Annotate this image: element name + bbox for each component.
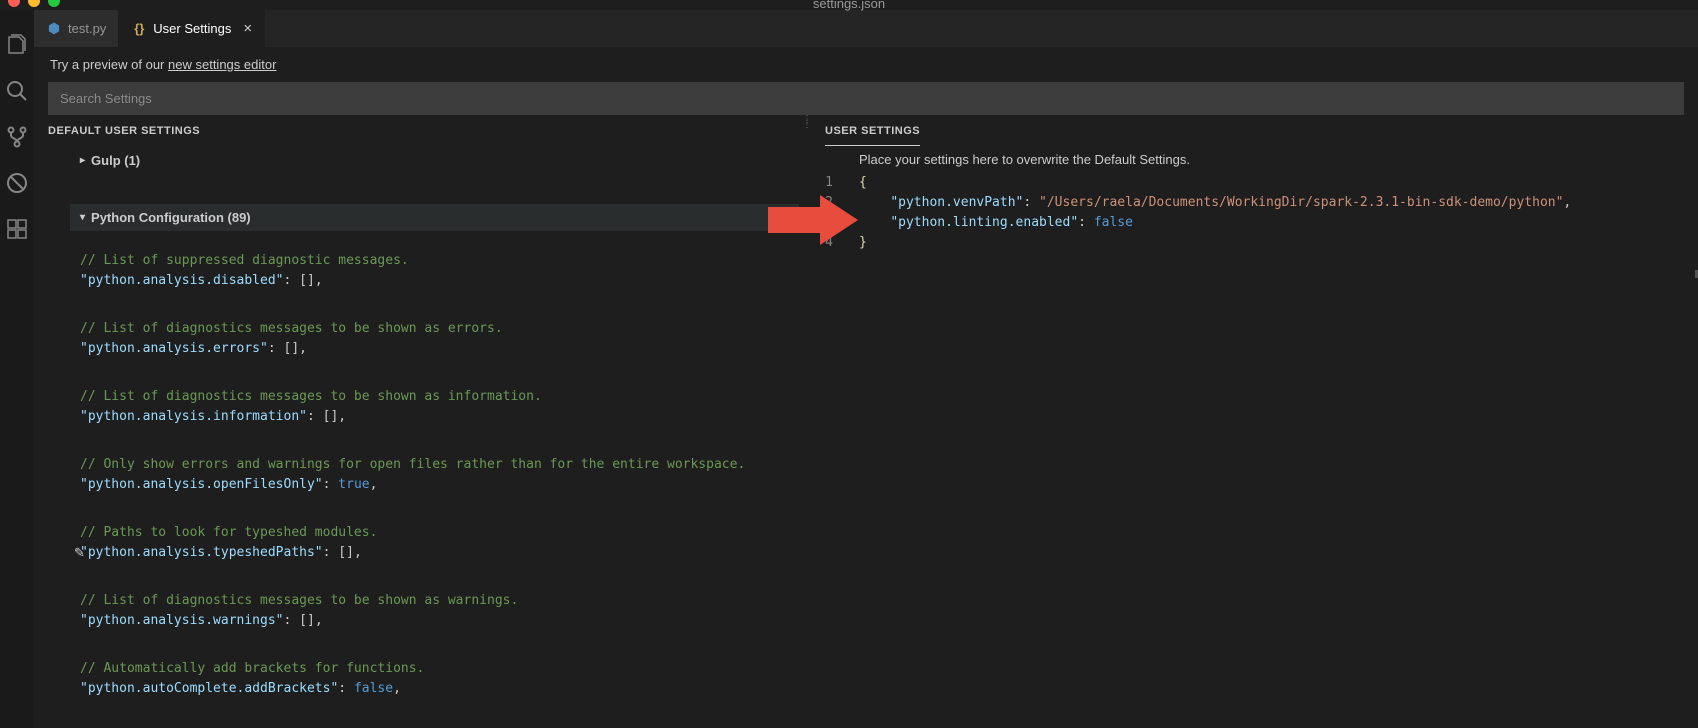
json-line[interactable]: } — [851, 233, 1698, 253]
default-setting-entry[interactable]: // List of suppressed diagnostic message… — [70, 247, 799, 295]
setting-comment: // List of suppressed diagnostic message… — [80, 251, 789, 271]
window-controls[interactable] — [8, 0, 60, 7]
extensions-icon[interactable] — [2, 206, 32, 252]
default-setting-entry[interactable]: // List of diagnostics messages to be sh… — [70, 383, 799, 431]
default-setting-entry[interactable]: // Paths to look for typeshed modules."p… — [70, 519, 799, 567]
setting-key-value[interactable]: "python.autoComplete.addBrackets": false… — [80, 679, 789, 699]
setting-comment: // Only show errors and warnings for ope… — [80, 455, 789, 475]
user-settings-editor[interactable]: 1 2 3 4 { "python.venvPath": "/Users/rae… — [811, 173, 1698, 253]
json-line[interactable]: "python.venvPath": "/Users/raela/Documen… — [851, 193, 1698, 213]
setting-key-value[interactable]: "python.analysis.typeshedPaths": [], — [80, 543, 789, 563]
json-line[interactable]: { — [851, 173, 1698, 193]
tab-label: User Settings — [153, 21, 231, 36]
setting-key-value[interactable]: "python.analysis.warnings": [], — [80, 611, 789, 631]
new-settings-editor-link[interactable]: new settings editor — [168, 57, 276, 72]
json-file-icon: {} — [131, 21, 147, 37]
debug-icon[interactable] — [2, 160, 32, 206]
maximize-window-icon[interactable] — [48, 0, 60, 7]
preview-banner: Try a preview of our new settings editor — [34, 47, 1698, 82]
tab-bar: ⬢ test.py {} User Settings × — [34, 10, 1698, 47]
setting-key-value[interactable]: "python.analysis.disabled": [], — [80, 271, 789, 291]
minimize-window-icon[interactable] — [28, 0, 40, 7]
search-settings-input[interactable] — [48, 82, 1684, 115]
search-icon[interactable] — [2, 68, 32, 114]
window-title: settings.json — [813, 0, 885, 11]
setting-key-value[interactable]: "python.analysis.errors": [], — [80, 339, 789, 359]
python-file-icon: ⬢ — [46, 21, 62, 37]
setting-comment: // Paths to look for typeshed modules. — [80, 523, 789, 543]
default-setting-entry[interactable]: // Automatically add brackets for functi… — [70, 655, 799, 703]
setting-comment: // List of diagnostics messages to be sh… — [80, 387, 789, 407]
tab-label: test.py — [68, 21, 106, 36]
setting-comment: // List of diagnostics messages to be sh… — [80, 319, 789, 339]
json-line[interactable]: "python.linting.enabled": false — [851, 213, 1698, 233]
user-settings-hint: Place your settings here to overwrite th… — [811, 146, 1698, 173]
default-setting-entry[interactable]: // List of diagnostics messages to be sh… — [70, 315, 799, 363]
default-setting-entry[interactable]: // List of diagnostics messages to be sh… — [70, 587, 799, 635]
close-window-icon[interactable] — [8, 0, 20, 7]
splitter-handle-icon: ⋮⋮ — [802, 117, 812, 127]
setting-key-value[interactable]: "python.analysis.information": [], — [80, 407, 789, 427]
setting-comment: // Automatically add brackets for functi… — [80, 659, 789, 679]
user-settings-tab[interactable]: USER SETTINGS — [825, 115, 920, 146]
close-tab-icon[interactable]: × — [243, 20, 252, 37]
tab-user-settings[interactable]: {} User Settings × — [119, 10, 265, 47]
section-python-configuration[interactable]: Python Configuration (89) — [70, 204, 799, 231]
explorer-icon[interactable] — [2, 22, 32, 68]
default-settings-header: DEFAULT USER SETTINGS — [34, 115, 799, 147]
default-setting-entry[interactable]: // Only show errors and warnings for ope… — [70, 451, 799, 499]
setting-comment: // List of diagnostics messages to be sh… — [80, 591, 789, 611]
activity-bar — [0, 10, 34, 728]
edit-pencil-icon[interactable]: ✎ — [74, 545, 85, 561]
section-gulp[interactable]: Gulp (1) — [70, 147, 799, 174]
source-control-icon[interactable] — [2, 114, 32, 160]
setting-key-value[interactable]: "python.analysis.openFilesOnly": true, — [80, 475, 789, 495]
annotation-arrow-icon — [768, 195, 858, 245]
tab-test-py[interactable]: ⬢ test.py — [34, 10, 119, 47]
